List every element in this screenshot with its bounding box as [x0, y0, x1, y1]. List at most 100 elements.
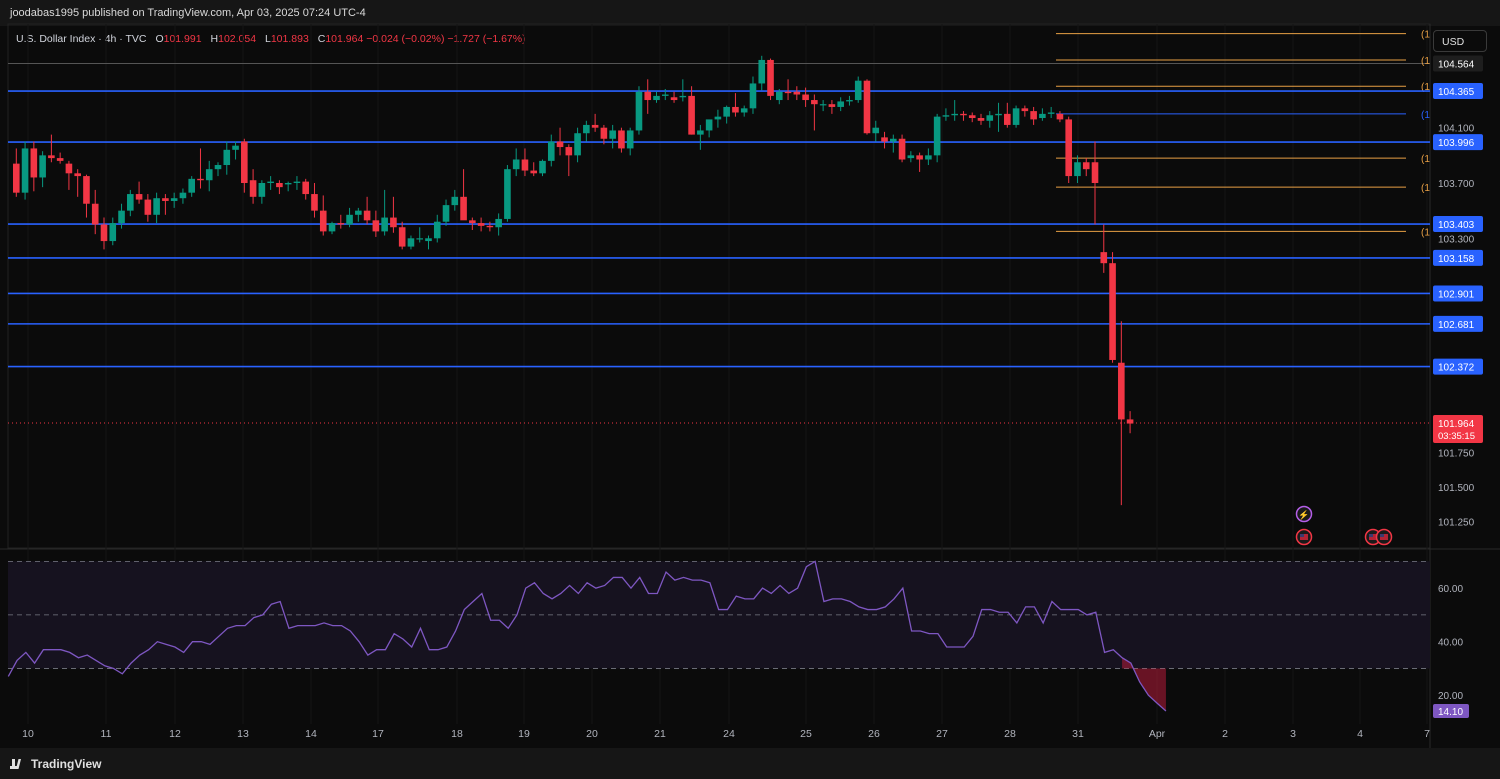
candle-body — [942, 115, 950, 117]
candle-body — [811, 100, 818, 105]
currency-button[interactable]: USD — [1433, 30, 1487, 52]
candle-body — [670, 97, 678, 101]
candle-body — [486, 225, 494, 228]
candle-body — [39, 155, 46, 178]
candle-body — [381, 217, 388, 232]
time-axis-tick: 12 — [169, 728, 181, 740]
time-axis-tick: 24 — [723, 728, 735, 740]
candle-body — [30, 148, 38, 178]
candle-body — [1004, 113, 1011, 125]
candle-body — [144, 199, 152, 215]
candle-body — [583, 124, 590, 134]
time-axis-tick: 27 — [936, 728, 948, 740]
time-axis-tick: 28 — [1004, 728, 1016, 740]
time-axis-tick: 31 — [1072, 728, 1084, 740]
candle-body — [1039, 113, 1046, 119]
candle-body — [775, 91, 783, 101]
candle-body — [1082, 162, 1090, 170]
tradingview-logo[interactable]: TradingView — [10, 757, 101, 771]
candle-body — [907, 155, 915, 159]
candle-body — [13, 163, 20, 193]
time-axis-tick: Apr — [1149, 728, 1166, 740]
candle-body — [1109, 263, 1116, 360]
candle-body — [749, 83, 757, 109]
candle-body — [705, 119, 713, 131]
candle-body — [960, 113, 967, 116]
candle-body — [372, 220, 380, 232]
candle-body — [863, 80, 871, 134]
candle-body — [223, 149, 231, 166]
candle-body — [574, 133, 581, 156]
candle-body — [547, 141, 555, 161]
candle-body — [626, 130, 634, 149]
candle-body — [881, 137, 888, 142]
candle-body — [390, 217, 397, 228]
time-axis-tick: 14 — [305, 728, 317, 740]
candle-body — [100, 224, 108, 242]
rsi-current-tag: 14.10 — [1438, 707, 1463, 718]
fib-tag: (1 — [1421, 183, 1430, 194]
candle-body — [819, 104, 827, 106]
candle-body — [21, 148, 29, 193]
last-price-tag: 101.964 — [1438, 419, 1475, 430]
us-flag-canton — [1300, 534, 1304, 537]
candle-body — [1012, 108, 1020, 125]
candle-body — [311, 194, 318, 211]
candle-body — [56, 158, 64, 161]
level-price-tag: 103.996 — [1438, 138, 1475, 149]
candle-body — [951, 113, 958, 116]
candle-body — [1118, 362, 1125, 420]
us-flag-canton — [1380, 534, 1384, 537]
time-axis-tick: 7 — [1424, 728, 1430, 740]
candle-body — [618, 130, 625, 149]
candle-body — [1030, 111, 1037, 120]
candle-body — [91, 203, 99, 225]
candle-body — [679, 95, 687, 98]
candle-body — [127, 194, 134, 211]
candle-body — [539, 160, 546, 174]
candle-body — [1065, 119, 1072, 177]
candle-body — [828, 104, 836, 107]
price-axis-tick: 101.500 — [1438, 483, 1475, 494]
candle-body — [644, 91, 652, 101]
rsi-axis-tick: 40.00 — [1438, 638, 1463, 649]
candle-body — [74, 173, 81, 177]
time-axis-tick: 25 — [800, 728, 812, 740]
candle-body — [933, 116, 941, 156]
candle-body — [635, 91, 643, 131]
price-axis-tick: 101.250 — [1438, 518, 1475, 529]
level-price-tag: 103.403 — [1438, 220, 1475, 231]
candle-body — [714, 116, 722, 120]
candle-body — [697, 130, 704, 135]
candle-body — [977, 118, 985, 121]
candle-body — [925, 155, 932, 160]
tradingview-logo-icon — [10, 758, 26, 769]
candle-body — [407, 238, 415, 247]
fib-tag: (1 — [1421, 110, 1430, 121]
candle-body — [890, 138, 897, 142]
candle-body — [416, 238, 424, 240]
candle-body — [179, 192, 187, 199]
candle-body — [65, 163, 73, 174]
candle-body — [1021, 108, 1029, 112]
candle-body — [83, 176, 90, 204]
candle-body — [512, 159, 520, 170]
candle-body — [495, 218, 502, 228]
candle-body — [1074, 162, 1081, 177]
candle-body — [197, 178, 204, 181]
time-axis-tick: 13 — [237, 728, 249, 740]
candle-body — [214, 165, 222, 170]
chart-svg[interactable]: (1(1(1(1(1(1(1104.100103.700103.300101.7… — [0, 0, 1500, 748]
candle-body — [346, 214, 353, 225]
candle-body — [267, 181, 274, 183]
time-axis-tick: 10 — [22, 728, 34, 740]
fib-tag: (1 — [1421, 30, 1430, 41]
candle-body — [1091, 162, 1099, 183]
time-axis-tick: 26 — [868, 728, 880, 740]
candle-body — [723, 106, 730, 117]
candle-body — [249, 180, 257, 197]
time-axis-tick: 20 — [586, 728, 598, 740]
level-price-tag: 103.158 — [1438, 254, 1475, 265]
candle-body — [802, 94, 809, 101]
candle-body — [1056, 113, 1064, 120]
